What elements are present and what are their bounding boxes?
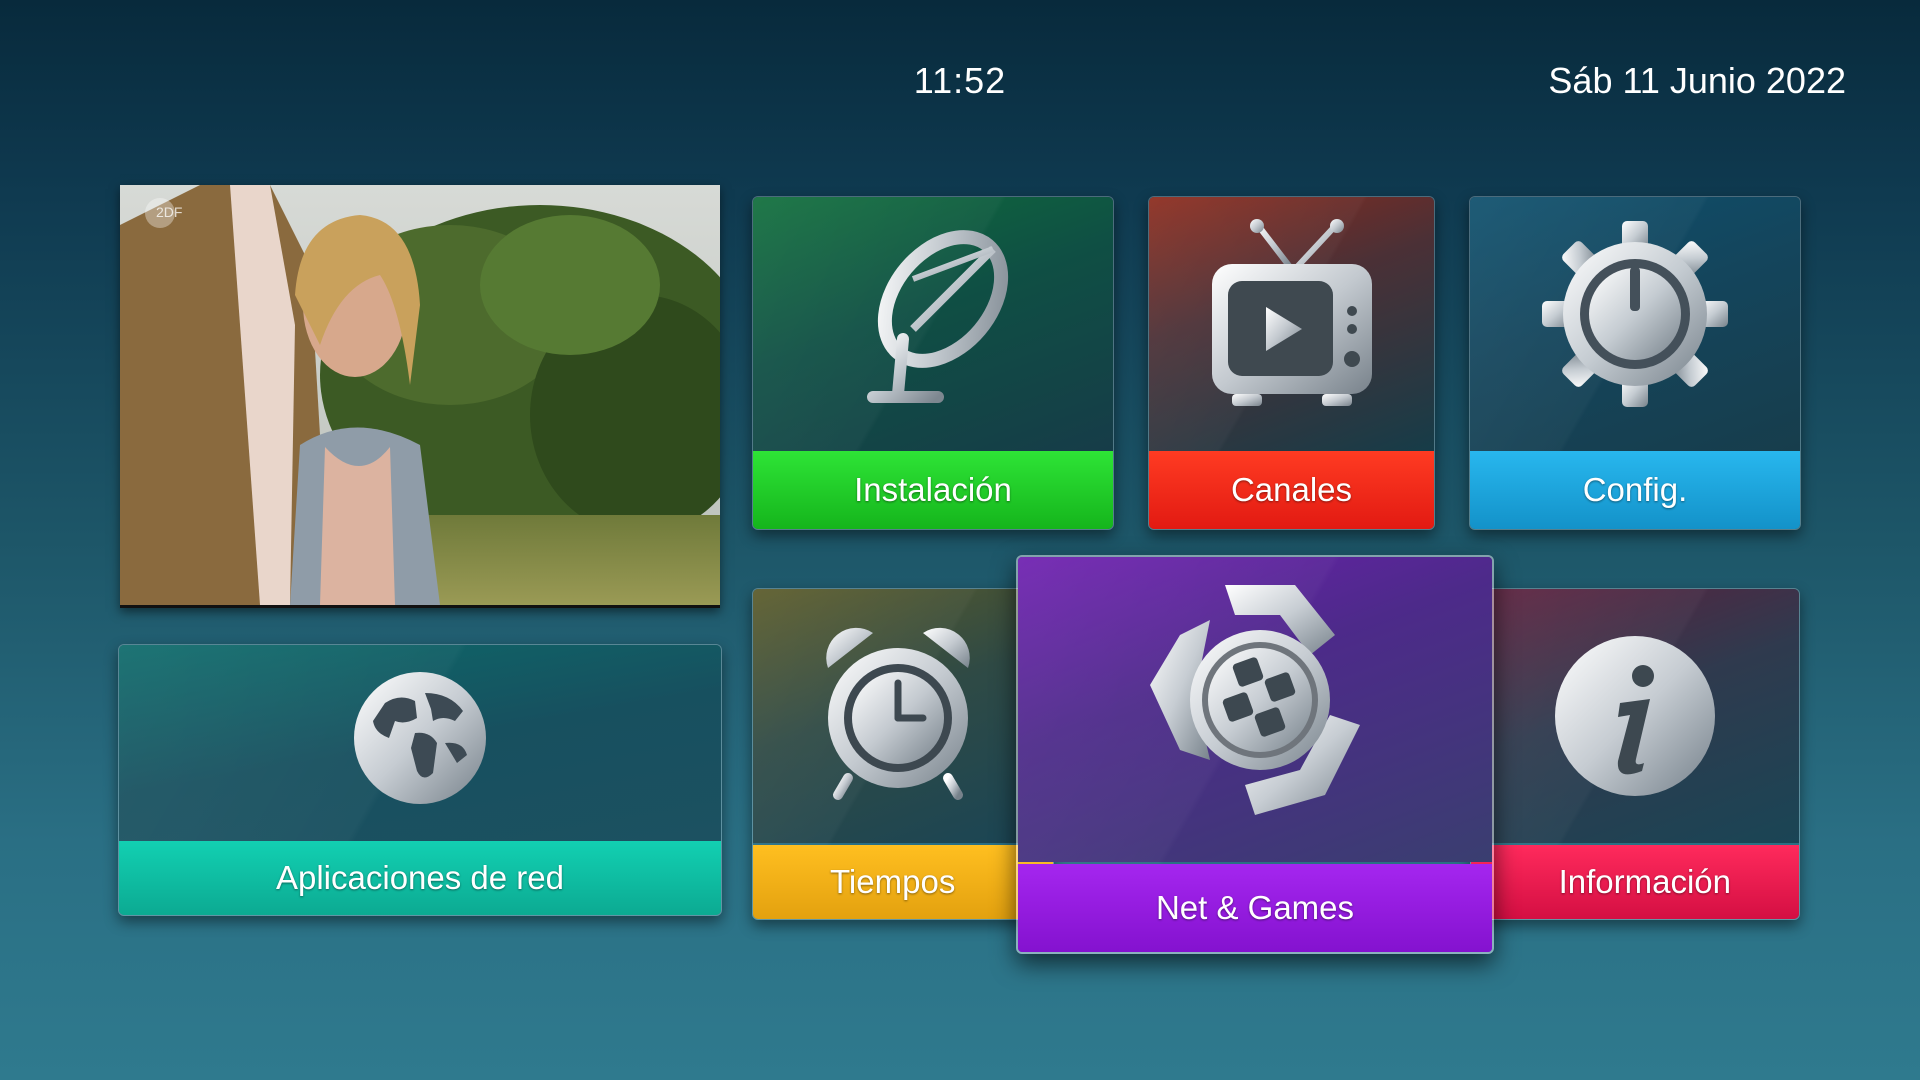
network-apps-tile[interactable]: Aplicaciones de red: [118, 644, 722, 916]
installation-label: Instalación: [854, 471, 1012, 508]
information-tile[interactable]: Información: [1470, 588, 1800, 920]
info-icon: [1550, 631, 1720, 806]
installation-tile[interactable]: Instalación: [752, 196, 1114, 530]
film-reel-icon: [1135, 575, 1375, 830]
timers-tile[interactable]: Tiempos: [752, 588, 1054, 920]
live-tv-preview[interactable]: 2DF: [120, 185, 720, 608]
settings-tile[interactable]: Config.: [1469, 196, 1801, 530]
net-games-label: Net & Games: [1155, 889, 1355, 926]
gear-icon: [1540, 219, 1730, 414]
tv-icon: [1202, 219, 1382, 424]
information-label: Información: [1558, 863, 1731, 900]
channels-tile[interactable]: Canales: [1148, 196, 1435, 530]
net-games-tile[interactable]: Net & Games: [1016, 555, 1494, 954]
clock: 11:52: [913, 60, 1007, 101]
satellite-dish-icon: [843, 219, 1023, 424]
channel-logo: 2DF: [156, 204, 183, 220]
network-apps-label: Aplicaciones de red: [275, 859, 564, 896]
settings-label: Config.: [1582, 471, 1688, 508]
channels-label: Canales: [1230, 471, 1353, 508]
timers-label: Tiempos: [830, 863, 956, 900]
date: Sáb 11 Junio 2022: [1548, 60, 1846, 101]
globe-icon: [345, 663, 495, 818]
alarm-clock-icon: [818, 623, 978, 808]
